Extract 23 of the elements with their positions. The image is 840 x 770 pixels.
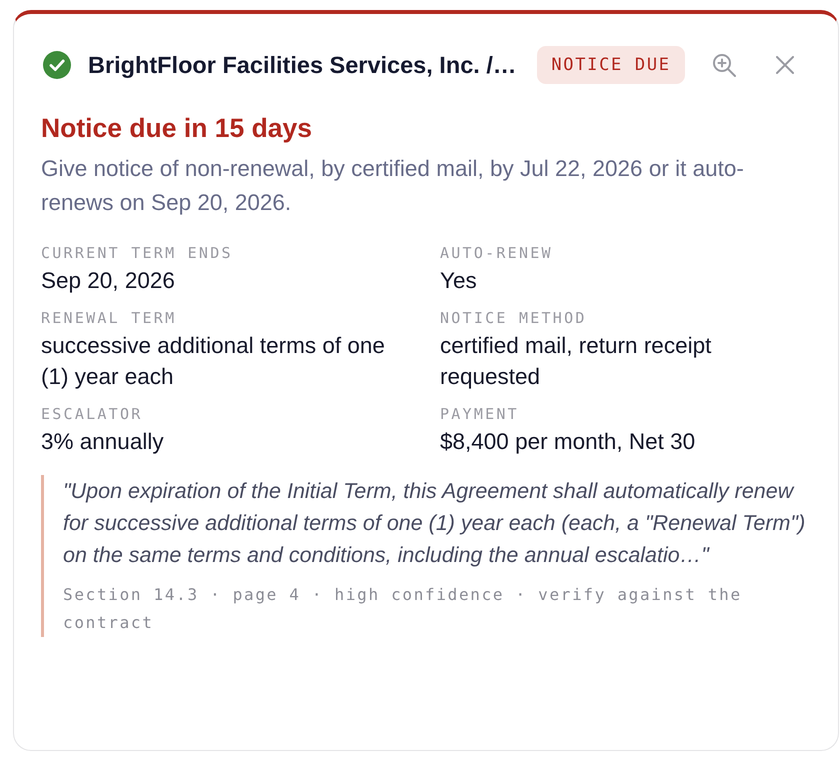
field-label: NOTICE METHOD xyxy=(440,308,588,328)
field-value: certified mail, return receipt requested xyxy=(440,332,712,391)
zoom-in-button[interactable] xyxy=(712,54,736,76)
close-button[interactable] xyxy=(776,56,794,74)
field-label: PAYMENT xyxy=(440,404,520,424)
close-icon xyxy=(776,56,794,74)
field-label: ESCALATOR xyxy=(41,404,144,424)
field-label: AUTO-RENEW xyxy=(440,243,554,263)
field-value: Yes xyxy=(440,267,478,295)
field-value: successive additional terms of one (1) year each xyxy=(41,332,386,391)
field-value: 3% annually xyxy=(41,428,165,456)
field-value: Sep 20, 2026 xyxy=(41,267,176,295)
quote-text: "Upon expiration of the Initial Term, this Agreement shall automatically renew for successive additional terms of one (1) year each (each, a "Renewal Term") on the same terms and conditions, including the annual escalatio…" xyxy=(63,478,806,569)
zoom-in-icon xyxy=(712,54,736,76)
check-circle-icon xyxy=(43,51,71,79)
card-title: BrightFloor Facilities Services, Inc. /… xyxy=(88,52,516,78)
quote-source: Section 14.3 · page 4 · high confidence · verify against the contract xyxy=(63,584,743,634)
status-badge: NOTICE DUE xyxy=(537,46,685,84)
field-label: CURRENT TERM ENDS xyxy=(41,243,234,263)
alert-description: Give notice of non-renewal, by certified mail, by Jul 22, 2026 or it auto-renews on Sep 20, 2026. xyxy=(41,155,745,217)
field-value: $8,400 per month, Net 30 xyxy=(440,428,696,456)
field-label: RENEWAL TERM xyxy=(41,308,178,328)
alert-headline: Notice due in 15 days xyxy=(41,112,313,144)
